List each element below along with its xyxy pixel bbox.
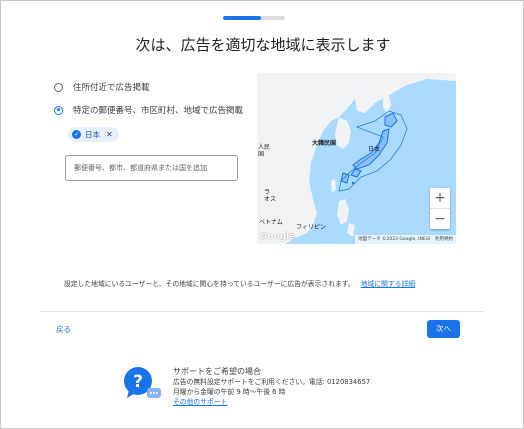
location-chip: ✓ 日本 ✕ [68, 127, 119, 142]
option-near-address[interactable]: 住所付近で広告掲載 [54, 81, 150, 93]
map-label-korea: 大韓民国 [312, 140, 337, 147]
svg-text:?: ? [133, 372, 143, 392]
check-icon: ✓ [72, 130, 81, 139]
map-label-philippines: フィリピン [296, 224, 326, 231]
support-icon: ? [124, 367, 161, 398]
location-search-input[interactable] [65, 155, 238, 181]
radio-near-address[interactable] [54, 82, 63, 92]
map-marker [351, 181, 355, 185]
map-graphic [257, 73, 456, 244]
support-heading: サポートをご希望の場合 [173, 367, 261, 376]
divider [41, 311, 483, 312]
map-attribution[interactable]: 地図データ ©2023 Google, INEGI 利用規約 [355, 235, 456, 244]
support-info: サポートをご希望の場合 広告の無料設定サポートをご利用ください。電話: 0120… [173, 367, 370, 407]
option-near-address-label: 住所付近で広告掲載 [73, 83, 150, 93]
map-label-japan: 日本 [368, 146, 381, 153]
progress-fill [223, 16, 262, 20]
option-specific-areas-label: 特定の郵便番号、市区町村、地域で広告掲載 [73, 106, 244, 116]
setup-panel: 次は、広告を適切な地域に表示します 住所付近で広告掲載 特定の郵便番号、市区町村… [0, 0, 524, 429]
support-line-hours: 月曜から金曜の午前 9 時～午後 6 時 [173, 388, 286, 396]
map-label-vietnam: ベトナム [259, 219, 283, 226]
location-map[interactable]: 大韓民国 日本 人民 国 ラ オス ベトナム フィリピン Google 地図デー… [257, 73, 456, 244]
progress-bar [223, 16, 285, 20]
info-description: 設定した地域にいるユーザーと、その地域に関心を持っているユーザーに広告が表示され… [64, 280, 355, 288]
location-chip-label: 日本 [85, 130, 100, 139]
radio-specific-areas[interactable] [54, 105, 63, 115]
zoom-controls: + − [430, 188, 450, 229]
location-details-link[interactable]: 地域に関する詳細 [361, 280, 415, 288]
other-support-link[interactable]: その他のサポート [173, 397, 370, 407]
support-line-phone: 広告の無料設定サポートをご利用ください。電話: 0120834657 [173, 378, 371, 386]
info-text: 設定した地域にいるユーザーと、その地域に関心を持っているユーザーに広告が表示され… [64, 278, 415, 288]
map-label-laos: ラ オス [264, 189, 277, 203]
option-specific-areas[interactable]: 特定の郵便番号、市区町村、地域で広告掲載 [54, 104, 243, 116]
map-label-china: 人民 国 [258, 144, 271, 158]
remove-chip-icon[interactable]: ✕ [106, 130, 113, 139]
page-title: 次は、広告を適切な地域に表示します [135, 36, 391, 54]
back-button[interactable]: 戻る [56, 324, 71, 335]
zoom-in-button[interactable]: + [430, 188, 450, 208]
next-button[interactable]: 次へ [427, 320, 460, 338]
google-logo: Google [260, 232, 296, 242]
zoom-out-button[interactable]: − [430, 209, 450, 229]
